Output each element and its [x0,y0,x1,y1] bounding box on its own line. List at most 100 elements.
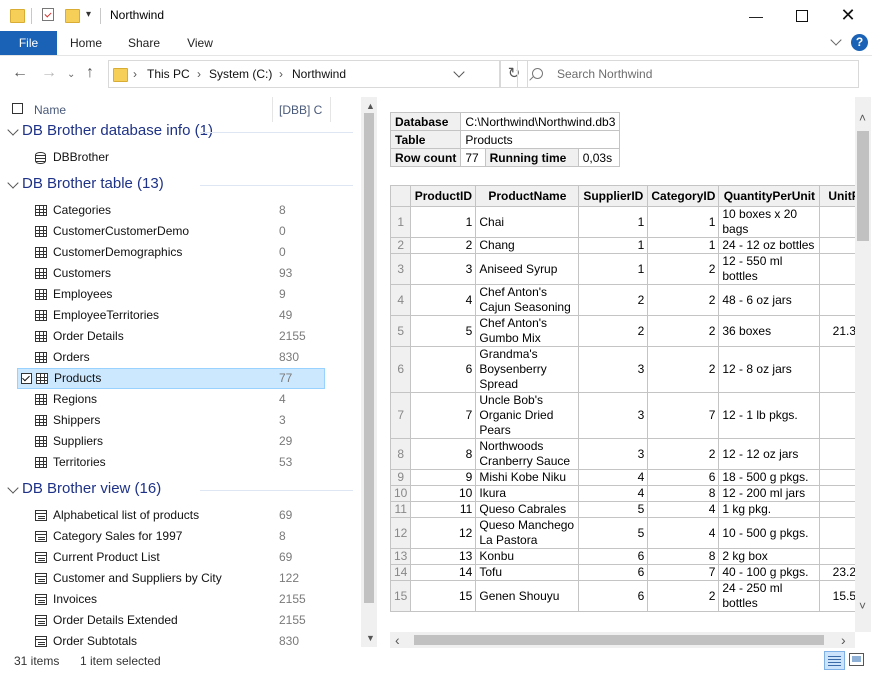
grid-cell: 2 [647,580,720,612]
address-dropdown-icon[interactable] [453,66,465,78]
group-header[interactable]: DB Brother view (16) [0,480,355,502]
list-item[interactable]: Products 77 [17,368,325,389]
grid-column-header[interactable]: CategoryID [647,185,720,207]
grid-column-header[interactable]: SupplierID [578,185,649,207]
preview-scrollbar[interactable]: ˄ ˅ [855,97,871,632]
recent-locations-icon[interactable]: ⌄ [67,69,75,80]
column-divider[interactable] [330,97,331,122]
list-item[interactable]: Territories 53 [17,452,325,473]
breadcrumb-system-c[interactable]: System (C:) [209,67,272,81]
collapse-chevron-icon[interactable] [7,482,19,494]
list-item[interactable]: Categories 8 [17,200,325,221]
breadcrumb-northwind[interactable]: Northwind [292,67,346,81]
list-item[interactable]: Alphabetical list of products 69 [17,505,325,526]
search-box[interactable]: Search Northwind [517,60,859,88]
file-list-scrollbar[interactable]: ▲ ▼ [361,97,377,647]
column-header-count[interactable]: [DBB] C [279,103,322,117]
view-icon [35,531,47,542]
preview-h-scrollbar[interactable]: ‹ › [390,632,855,648]
tab-home[interactable]: Home [63,31,109,55]
list-item[interactable]: CustomerDemographics 0 [17,242,325,263]
grid-cell: 1 [410,206,477,238]
expand-ribbon-icon[interactable] [830,33,842,46]
grid-column-header[interactable]: QuantityPerUnit [718,185,821,207]
table-row[interactable]: 4 4 Chef Anton's Cajun Seasoning 2 2 48 - 6 o… [389,284,855,316]
list-item[interactable]: Order Subtotals 830 [17,631,325,647]
grid-cell: 6 [647,469,720,486]
column-header-name[interactable]: Name [34,103,66,117]
list-item[interactable]: Customers 93 [17,263,325,284]
list-item[interactable]: Order Details 2155 [17,326,325,347]
list-item[interactable]: Order Details Extended 2155 [17,610,325,631]
maximize-button[interactable] [779,0,825,31]
scroll-up-icon[interactable]: ˄ [859,111,866,125]
list-item[interactable]: Suppliers 29 [17,431,325,452]
table-row[interactable]: 11 11 Queso Cabrales 5 4 1 kg pkg. [389,501,855,518]
scrollbar-thumb[interactable] [364,113,374,603]
minimize-button[interactable]: — [733,0,779,31]
table-row[interactable]: 15 15 Genen Shouyu 6 2 24 - 250 ml bottles 15.… [389,580,855,612]
group-title: DB Brother table (13) [22,175,164,192]
collapse-chevron-icon[interactable] [7,177,19,189]
grid-column-header[interactable]: ProductName [475,185,580,207]
scrollbar-thumb[interactable] [414,635,824,645]
table-row[interactable]: 3 3 Aniseed Syrup 1 2 12 - 550 ml bottles [389,253,855,285]
list-item[interactable]: EmployeeTerritories 49 [17,305,325,326]
table-row[interactable]: 6 6 Grandma's Boysenberry Spread 3 2 12 - 8 o… [389,346,855,393]
list-item[interactable]: Shippers 3 [17,410,325,431]
table-row[interactable]: 9 9 Mishi Kobe Niku 4 6 18 - 500 g pkgs. [389,469,855,486]
item-name: Customers [53,266,112,280]
scrollbar-thumb[interactable] [857,131,869,241]
list-item[interactable]: CustomerCustomerDemo 0 [17,221,325,242]
tab-view[interactable]: View [178,31,222,55]
properties-icon[interactable] [42,8,54,21]
grid-cell [819,438,855,470]
table-row[interactable]: 12 12 Queso Manchego La Pastora 5 4 10 - 500 … [389,517,855,549]
collapse-chevron-icon[interactable] [7,124,19,136]
item-count: 69 [279,508,293,522]
tab-file[interactable]: File [0,31,57,55]
table-row[interactable]: 13 13 Konbu 6 8 2 kg box [389,548,855,565]
list-item[interactable]: Category Sales for 1997 8 [17,526,325,547]
up-icon[interactable]: ↑ [86,64,94,82]
column-divider[interactable] [272,97,273,122]
breadcrumb-this-pc[interactable]: This PC [147,67,190,81]
table-row[interactable]: 1 1 Chai 1 1 10 boxes x 20 bags [389,206,855,238]
large-icons-view-icon[interactable] [849,653,864,666]
item-name: Suppliers [53,434,104,448]
scroll-up-icon[interactable]: ▲ [366,101,375,111]
table-row[interactable]: 1414Tofu6740 - 100 g pkgs.23.250 [389,564,855,581]
list-item[interactable]: Orders 830 [17,347,325,368]
table-row[interactable]: 10 10 Ikura 4 8 12 - 200 ml jars [389,485,855,502]
scroll-down-icon[interactable]: ˅ [859,599,866,613]
new-folder-icon[interactable] [65,9,80,23]
details-view-icon[interactable] [824,651,845,670]
list-item[interactable]: Employees 9 [17,284,325,305]
close-button[interactable]: ✕ [825,0,871,31]
scroll-down-icon[interactable]: ▼ [366,633,375,643]
table-row[interactable]: 55Chef Anton's Gumbo Mix2236 boxes21.350 [389,315,855,347]
list-item[interactable]: Current Product List 69 [17,547,325,568]
list-item[interactable]: Invoices 2155 [17,589,325,610]
back-icon[interactable]: ← [12,64,28,82]
list-item[interactable]: DBBrother [17,147,325,168]
scroll-left-icon[interactable]: ‹ [395,632,400,648]
grid-column-header[interactable]: ProductID [410,185,477,207]
table-row[interactable]: 2 2 Chang 1 1 24 - 12 oz bottles [389,237,855,254]
grid-column-header[interactable]: UnitPr [819,185,855,207]
help-icon[interactable]: ? [851,34,868,51]
item-checkbox[interactable] [21,373,32,384]
grid-cell: 15.500 [819,580,855,612]
group-header[interactable]: DB Brother table (13) [0,175,355,197]
address-bar[interactable]: › This PC › System (C:) › Northwind [108,60,500,88]
table-row[interactable]: 7 7 Uncle Bob's Organic Dried Pears 3 7 12 - … [389,392,855,439]
table-row[interactable]: 8 8 Northwoods Cranberry Sauce 3 2 12 - 12 oz… [389,438,855,470]
forward-icon[interactable]: → [41,64,57,82]
select-all-checkbox[interactable] [12,103,23,114]
group-header[interactable]: DB Brother database info (1) [0,122,355,144]
list-item[interactable]: Regions 4 [17,389,325,410]
customize-toolbar-icon[interactable]: ▾ [86,9,91,20]
list-item[interactable]: Customer and Suppliers by City 122 [17,568,325,589]
scroll-right-icon[interactable]: › [841,632,846,648]
tab-share[interactable]: Share [120,31,168,55]
